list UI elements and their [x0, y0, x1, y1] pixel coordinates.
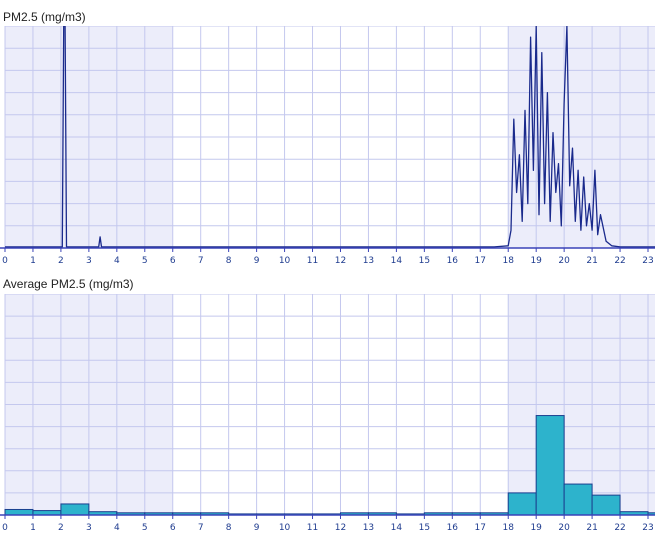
x-tick-label: 7: [198, 523, 204, 533]
x-tick-label: 9: [254, 523, 260, 533]
x-tick-label: 20: [558, 523, 570, 533]
x-tick-label: 13: [363, 256, 374, 266]
x-tick-label: 9: [254, 256, 260, 266]
x-tick-label: 6: [170, 256, 176, 266]
x-tick-label: 1: [30, 523, 36, 533]
bar-hour-0: [4, 508, 34, 516]
x-tick-label: 2: [58, 523, 64, 533]
x-tick-label: 4: [114, 523, 120, 533]
x-tick-label: 21: [586, 256, 597, 266]
pm25-chart-panel: PM2.5 (mg/m3) 0 1 2 3 4 5 6 7 8 9 10 11 12 13 14 15 16 17…: [0, 0, 655, 270]
x-tick-label: 17: [475, 523, 486, 533]
x-tick-label: 10: [279, 256, 291, 266]
x-tick-label: 4: [114, 256, 120, 266]
x-tick-label: 21: [586, 523, 597, 533]
x-tick-label: 19: [530, 256, 542, 266]
x-tick-label: 0: [2, 523, 8, 533]
x-tick-label: 2: [58, 256, 64, 266]
x-tick-label: 1: [30, 256, 36, 266]
x-tick-label: 16: [447, 256, 459, 266]
bar-hour-2: [60, 503, 90, 516]
x-tick-label: 10: [279, 523, 291, 533]
avg-pm25-bar-chart: 0 1 2 3 4 5 6 7 8 9 10 11 12 13 14 15 16 17 18 19 20 21 22 23: [0, 294, 655, 533]
x-tick-label: 23: [642, 256, 653, 266]
x-tick-label: 12: [335, 256, 346, 266]
x-tick-label: 3: [86, 523, 92, 533]
bar-hour-19: [535, 415, 565, 516]
x-tick-label: 5: [142, 256, 148, 266]
x-tick-label: 17: [475, 256, 486, 266]
x-tick-label: 13: [363, 523, 374, 533]
x-tick-label: 20: [558, 256, 570, 266]
x-tick-label: 11: [307, 523, 318, 533]
x-tick-label: 22: [614, 256, 625, 266]
x-tick-label: 18: [502, 256, 514, 266]
pm25-chart-title: PM2.5 (mg/m3): [3, 10, 86, 24]
x-tick-label: 11: [307, 256, 318, 266]
pm25-line-chart: 0 1 2 3 4 5 6 7 8 9 10 11 12 13 14 15 16 17 18 19 20 21 22 23: [0, 26, 655, 266]
x-tick-label: 12: [335, 523, 346, 533]
x-tick-label: 15: [419, 256, 430, 266]
x-tick-label: 3: [86, 256, 92, 266]
bar-hour-20: [563, 483, 593, 516]
avg-pm25-chart-panel: Average PM2.5 (mg/m3) 0 1 2 3 4 5 6 7 8 9 10 11 12 13…: [0, 270, 655, 545]
x-tick-label: 18: [502, 523, 514, 533]
x-tick-label: 14: [391, 523, 403, 533]
x-tick-label: 19: [530, 523, 542, 533]
x-tick-label: 15: [419, 523, 430, 533]
x-tick-label: 22: [614, 523, 625, 533]
x-tick-label: 8: [226, 256, 232, 266]
x-tick-label: 16: [447, 523, 459, 533]
bar-hour-18: [507, 492, 537, 516]
x-tick-label: 8: [226, 523, 232, 533]
x-tick-label: 23: [642, 523, 653, 533]
x-tick-label: 6: [170, 523, 176, 533]
x-tick-label: 7: [198, 256, 204, 266]
x-tick-label: 14: [391, 256, 403, 266]
avg-pm25-chart-title: Average PM2.5 (mg/m3): [3, 277, 134, 291]
x-tick-label: 5: [142, 523, 148, 533]
bar-hour-21: [591, 494, 621, 516]
x-tick-label: 0: [2, 256, 8, 266]
